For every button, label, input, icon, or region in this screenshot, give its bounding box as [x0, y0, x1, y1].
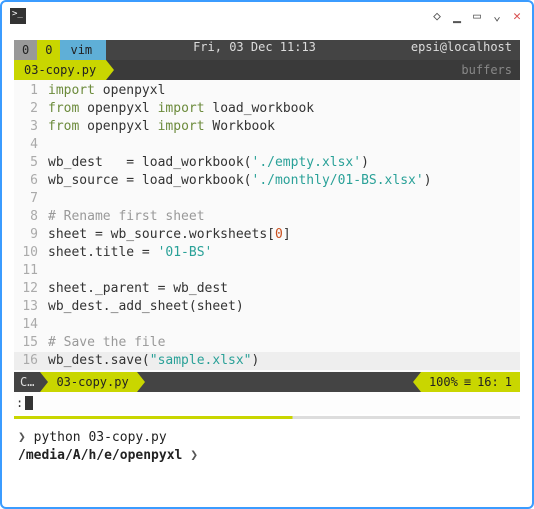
code-line: 5wb_dest = load_workbook('./empty.xlsx')	[14, 154, 520, 172]
vim-datetime: Fri, 03 Dec 11:13	[106, 40, 403, 60]
status-right: 100% ≡ 16: 1	[421, 372, 520, 392]
code-line: 1import openpyxl	[14, 82, 520, 100]
gutter: 4	[14, 136, 48, 154]
gutter: 3	[14, 118, 48, 136]
gutter: 2	[14, 100, 48, 118]
shell-line-2: /media/A/h/e/openpyxl ❯	[18, 447, 516, 465]
vim-top-seg1: 0	[37, 40, 60, 60]
status-gap	[137, 372, 421, 392]
gutter: 9	[14, 226, 48, 244]
arrow-down-icon[interactable]: ⌄	[490, 9, 504, 23]
tab-active[interactable]: 03-copy.py	[14, 60, 106, 80]
status-col: 1	[505, 375, 512, 389]
gutter: 16	[14, 352, 48, 370]
status-mode: C…	[14, 372, 40, 392]
titlebar: ◇ ▁ ▭ ⌄ ✕	[2, 2, 532, 30]
close-icon[interactable]: ✕	[510, 9, 524, 23]
code-line: 11	[14, 262, 520, 280]
terminal-icon	[10, 8, 26, 24]
code-line: 6wb_source = load_workbook('./monthly/01…	[14, 172, 520, 190]
code-line: 15# Save the file	[14, 334, 520, 352]
cwd-dir: openpyxl	[120, 448, 183, 463]
terminal-window: ◇ ▁ ▭ ⌄ ✕ 0 0 vim Fri, 03 Dec 11:13 epsi…	[0, 0, 534, 509]
vim-top-seg0: 0	[14, 40, 37, 60]
vim-tabbar: 03-copy.py buffers	[14, 60, 520, 80]
code-text: sheet.title = '01-BS'	[48, 244, 212, 262]
status-eq: ≡	[464, 375, 471, 389]
vim-cmdline[interactable]: :	[14, 392, 520, 414]
code-text: sheet = wb_source.worksheets[0]	[48, 226, 291, 244]
code-text: wb_dest._add_sheet(sheet)	[48, 298, 244, 316]
code-line: 13wb_dest._add_sheet(sheet)	[14, 298, 520, 316]
code-line: 8# Rename first sheet	[14, 208, 520, 226]
shell-command: python 03-copy.py	[34, 430, 167, 445]
gutter: 11	[14, 262, 48, 280]
shell-area[interactable]: ❯ python 03-copy.py /media/A/h/e/openpyx…	[14, 419, 520, 469]
tab-buffers-label: buffers	[453, 60, 520, 80]
minimize-icon[interactable]: ▁	[450, 9, 464, 23]
gutter: 5	[14, 154, 48, 172]
status-percent: 100%	[429, 375, 458, 389]
code-text: from openpyxl import Workbook	[48, 118, 275, 136]
vim-topbar: 0 0 vim Fri, 03 Dec 11:13 epsi@localhost	[14, 40, 520, 60]
shell-line-1: ❯ python 03-copy.py	[18, 429, 516, 447]
code-text: sheet._parent = wb_dest	[48, 280, 228, 298]
code-line: 12sheet._parent = wb_dest	[14, 280, 520, 298]
code-line: 14	[14, 316, 520, 334]
terminal-content: 0 0 vim Fri, 03 Dec 11:13 epsi@localhost…	[2, 30, 532, 479]
code-text: # Rename first sheet	[48, 208, 205, 226]
vim-userhost: epsi@localhost	[403, 40, 520, 60]
code-text: wb_source = load_workbook('./monthly/01-…	[48, 172, 432, 190]
gutter: 8	[14, 208, 48, 226]
gutter: 1	[14, 82, 48, 100]
diamond-icon[interactable]: ◇	[430, 9, 444, 23]
gutter: 12	[14, 280, 48, 298]
code-line: 16wb_dest.save("sample.xlsx")	[14, 352, 520, 370]
code-line: 9sheet = wb_source.worksheets[0]	[14, 226, 520, 244]
gutter: 15	[14, 334, 48, 352]
cwd-path: /media/A/h/e/	[18, 448, 120, 463]
vim-mode-label: vim	[60, 40, 106, 60]
editor[interactable]: 1import openpyxl2from openpyxl import lo…	[14, 80, 520, 372]
code-text: import openpyxl	[48, 82, 165, 100]
vim-statusbar: C… 03-copy.py 100% ≡ 16: 1	[14, 372, 520, 392]
gutter: 7	[14, 190, 48, 208]
maximize-icon[interactable]: ▭	[470, 9, 484, 23]
window-controls: ◇ ▁ ▭ ⌄ ✕	[430, 9, 524, 23]
code-line: 3from openpyxl import Workbook	[14, 118, 520, 136]
gutter: 6	[14, 172, 48, 190]
code-text: # Save the file	[48, 334, 165, 352]
gutter: 10	[14, 244, 48, 262]
code-text: wb_dest.save("sample.xlsx")	[48, 352, 259, 370]
gutter: 14	[14, 316, 48, 334]
code-text: wb_dest = load_workbook('./empty.xlsx')	[48, 154, 369, 172]
code-line: 10sheet.title = '01-BS'	[14, 244, 520, 262]
gutter: 13	[14, 298, 48, 316]
cmdline-prefix: :	[16, 396, 23, 410]
cursor-block	[25, 396, 33, 410]
status-file: 03-copy.py	[40, 372, 136, 392]
prompt-arrow-icon: ❯	[190, 448, 198, 463]
code-line: 4	[14, 136, 520, 154]
code-line: 2from openpyxl import load_workbook	[14, 100, 520, 118]
prompt-arrow-icon: ❯	[18, 430, 26, 445]
code-text: from openpyxl import load_workbook	[48, 100, 314, 118]
status-line: 16:	[477, 375, 499, 389]
code-line: 7	[14, 190, 520, 208]
